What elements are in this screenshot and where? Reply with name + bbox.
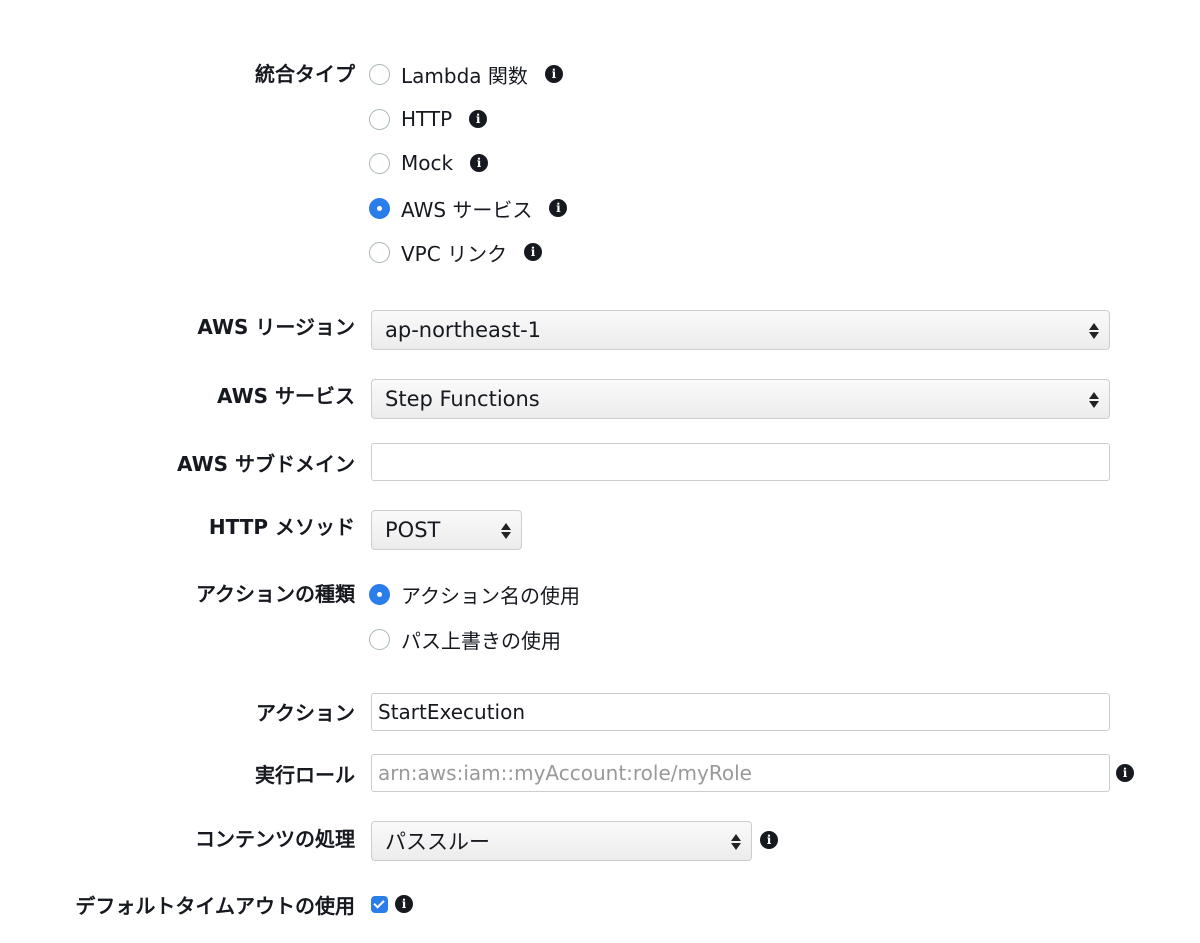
radio-aws-service[interactable] bbox=[369, 197, 390, 219]
default-timeout-checkbox[interactable] bbox=[371, 896, 388, 913]
execution-role-label: 実行ロール bbox=[255, 763, 355, 787]
select-arrows-icon bbox=[1089, 321, 1099, 341]
info-icon[interactable]: i bbox=[549, 199, 568, 217]
region-value: ap-northeast-1 bbox=[385, 318, 542, 342]
integration-option-mock[interactable]: Mock i bbox=[369, 148, 489, 178]
select-arrows-icon bbox=[731, 832, 741, 852]
option-label-action-name: アクション名の使用 bbox=[401, 583, 580, 608]
option-label-http: HTTP bbox=[401, 107, 453, 131]
http-method-value: POST bbox=[385, 518, 441, 542]
option-label-lambda: Lambda 関数 bbox=[401, 63, 528, 88]
radio-http[interactable] bbox=[369, 108, 390, 130]
radio-path-override[interactable] bbox=[369, 628, 390, 650]
region-select[interactable]: ap-northeast-1 bbox=[371, 310, 1110, 350]
option-label-aws-service: AWS サービス bbox=[401, 197, 533, 222]
integration-option-vpc-link[interactable]: VPC リンク i bbox=[369, 237, 543, 267]
subdomain-input[interactable] bbox=[371, 443, 1110, 481]
radio-lambda[interactable] bbox=[369, 63, 390, 85]
action-input[interactable] bbox=[371, 693, 1110, 731]
radio-vpc-link[interactable] bbox=[369, 241, 390, 263]
info-icon[interactable]: i bbox=[470, 154, 489, 172]
http-method-label: HTTP メソッド bbox=[208, 515, 355, 539]
content-handling-label: コンテンツの処理 bbox=[195, 827, 355, 851]
service-label: AWS サービス bbox=[216, 384, 355, 408]
action-label: アクション bbox=[256, 701, 355, 725]
info-icon[interactable]: i bbox=[544, 65, 563, 83]
region-label: AWS リージョン bbox=[197, 315, 355, 339]
info-icon[interactable]: i bbox=[1116, 764, 1134, 782]
option-label-path-override: パス上書きの使用 bbox=[401, 628, 561, 653]
info-icon[interactable]: i bbox=[760, 831, 778, 849]
integration-option-http[interactable]: HTTP i bbox=[369, 104, 488, 134]
integration-request-form: 統合タイプ Lambda 関数 i HTTP i Mock i AWS サービス… bbox=[0, 0, 1200, 943]
execution-role-input[interactable] bbox=[371, 754, 1110, 792]
info-icon[interactable]: i bbox=[395, 895, 413, 913]
content-handling-select[interactable]: パススルー bbox=[371, 821, 752, 861]
subdomain-label: AWS サブドメイン bbox=[176, 452, 355, 476]
http-method-select[interactable]: POST bbox=[371, 510, 522, 550]
info-icon[interactable]: i bbox=[524, 243, 543, 261]
action-type-label: アクションの種類 bbox=[196, 582, 355, 606]
content-handling-value: パススルー bbox=[385, 830, 490, 854]
service-select[interactable]: Step Functions bbox=[371, 379, 1110, 419]
integration-option-lambda[interactable]: Lambda 関数 i bbox=[369, 59, 563, 89]
option-label-mock: Mock bbox=[401, 151, 454, 175]
select-arrows-icon bbox=[501, 521, 511, 541]
action-option-name[interactable]: アクション名の使用 bbox=[369, 579, 580, 609]
default-timeout-label: デフォルトタイムアウトの使用 bbox=[75, 894, 355, 918]
integration-option-aws-service[interactable]: AWS サービス i bbox=[369, 193, 568, 223]
option-label-vpc-link: VPC リンク bbox=[401, 241, 508, 266]
radio-mock[interactable] bbox=[369, 152, 390, 174]
info-icon[interactable]: i bbox=[469, 110, 488, 128]
radio-action-name[interactable] bbox=[369, 583, 390, 605]
action-option-path-override[interactable]: パス上書きの使用 bbox=[369, 624, 561, 654]
select-arrows-icon bbox=[1089, 390, 1099, 410]
integration-type-label: 統合タイプ bbox=[255, 62, 355, 86]
service-value: Step Functions bbox=[385, 387, 540, 411]
